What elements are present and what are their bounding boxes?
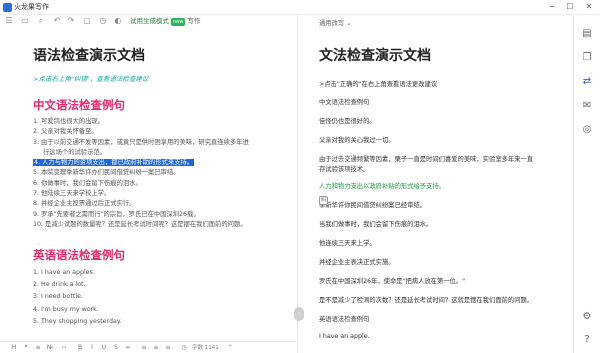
preview-line: 中文语法检查例句	[319, 99, 370, 106]
preview-line: 他连续三天来上学。	[319, 240, 376, 247]
preview-pane: ‹ 通用改写 ⌄ 文法检查演示文档 >点击"正确的"在右上角查看语法更改建议 中…	[294, 15, 573, 353]
preview-line: 是不是减少了检测的次数？还是延长考试时间？这就是摆在我们面前的问题。	[319, 297, 534, 304]
heading-icon[interactable]: H	[10, 344, 18, 352]
collapse-handle[interactable]: ‹	[294, 307, 304, 321]
preset-label: 通用改写	[319, 20, 345, 27]
list-item: 6. 你做事时，我们会留下伤痕的泪水。	[33, 179, 142, 187]
selected-text[interactable]: 4. 人力与物力的资项支出，都已政府补助的形式来支持。	[33, 159, 195, 167]
new-badge: new	[171, 18, 186, 26]
help-icon[interactable]: ?	[580, 333, 594, 347]
italic-icon[interactable]: I	[88, 344, 96, 352]
preview-line: 英语语法检查例句	[319, 316, 370, 323]
app-title: 火龙果写作	[14, 3, 49, 11]
editor-document[interactable]: 语法检查演示文档 >点击右上角"纠错"，查看语法检查建议 中文语法检查例句 1.…	[33, 45, 293, 325]
preview-line: >点击"正确的"在右上角查看语法更改建议	[319, 81, 438, 88]
chevron-down-icon: ⌄	[346, 20, 352, 27]
word-count: 字数 1141	[192, 345, 219, 351]
preview-line: 佳怪仍也是很好的。	[319, 118, 376, 125]
close-button[interactable]: ✕	[582, 1, 596, 13]
preview-document: 文法检查演示文档 >点击"正确的"在右上角查看语法更改建议 中文语法检查例句 佳…	[319, 45, 569, 340]
list-item: 5. They shopping yesterday.	[33, 317, 122, 325]
list-item: 5. 本院变理季新华许办们民间借贷纠纷一案已审结。	[33, 169, 180, 177]
search-icon[interactable]: ⌕	[36, 16, 46, 26]
preview-line: I have an apple.	[319, 333, 370, 340]
compass-icon[interactable]: ◎	[580, 123, 594, 137]
preview-line-changed[interactable]: 人力和物力支出以政府补贴的形式给予支持。	[319, 181, 445, 190]
mail-icon[interactable]: ✉	[580, 99, 594, 113]
list-item: 3. I need bottle.	[33, 293, 84, 301]
preview-line: 由于过去交通频繁等因素，栗子一直是时间们喜爱的美味，实验室多年来一直	[319, 156, 534, 163]
list-icon[interactable]: ☰	[4, 16, 14, 26]
numbered-list-icon[interactable]: №	[46, 344, 54, 352]
editor-pane: ☰ ▭ ⌕ ↶ ↷ ▢ ◷ ◐ 试用生成模式 new 写作 语法检查演示文档 >点击…	[0, 15, 298, 353]
list-item: 2. He drink a lot.	[33, 281, 86, 289]
preview-title: 文法检查演示文档	[319, 48, 431, 64]
list-item-selected: 4. 人力与物力的资项支出，都已政府补助的形式来支持。	[33, 158, 293, 168]
en-sentence-list: 1. I have an apples. 2. He drink a lot. …	[33, 267, 293, 328]
editor-status-bar: H ❝ ≡ № ‹› B I U S ∞ ≡ ≡ ≡ ◷ 字数 1141 ⌃	[0, 341, 298, 353]
chevron-up-icon[interactable]: ⌃	[226, 344, 234, 352]
link-icon[interactable]: ∞	[124, 344, 132, 352]
list-item: 7. 他陆续三天来学校上学。	[33, 190, 111, 198]
list-item-continuation: 行远场个的试验示范。	[43, 148, 106, 156]
copy-icon[interactable]: ❐	[580, 51, 594, 65]
clock-icon[interactable]: ◷	[180, 344, 188, 352]
preview-line: 季新华许你民间借贷纠纷案已经审结。	[319, 202, 427, 209]
settings-icon[interactable]: ⚙	[580, 310, 594, 324]
doc-title: 语法检查演示文档	[33, 48, 145, 64]
align-right-icon[interactable]: ≡	[164, 344, 172, 352]
correction-marker-icon[interactable]: 纠	[319, 196, 328, 205]
app-logo-icon	[3, 3, 12, 12]
minimize-button[interactable]: ─	[545, 1, 559, 13]
underline-icon[interactable]: U	[100, 344, 108, 352]
preview-line: 存试验该项技术。	[319, 166, 370, 173]
list-item: 4. I'm busy my work.	[33, 305, 99, 313]
history-icon[interactable]: ◷	[98, 16, 108, 26]
mode-chip-label: 试用生成模式	[130, 17, 169, 25]
code-icon[interactable]: ‹›	[60, 344, 68, 352]
list-item: 3. 由于以前交通不发等因素，或黄只是供时困享用的美味，研究直连续多年进	[33, 138, 249, 146]
list-item: 10. 是减少试题的数量呢？还是延长考试时间呢？这是摆在我们面前的问题。	[33, 220, 247, 228]
quote-icon[interactable]: ❝	[22, 344, 30, 352]
list-item: 9. 罗承"先要者之需而行"的宗旨，罗氏已在中国深圳26载。	[33, 210, 200, 218]
save-icon[interactable]: ▢	[82, 16, 92, 26]
translate-icon[interactable]: ⇄	[580, 75, 594, 89]
bullet-list-icon[interactable]: ≡	[34, 344, 42, 352]
preview-line: 当我们做事时，我们会留下伤痕的泪水。	[319, 221, 433, 228]
redo-icon[interactable]: ↷	[66, 16, 76, 26]
align-left-icon[interactable]: ≡	[140, 344, 148, 352]
title-bar: 火龙果写作 ─ ☐ ✕	[0, 0, 600, 15]
right-sidebar: ▤ ❐ ⇄ ✉ ◎ ⚙ ?	[573, 15, 600, 353]
align-center-icon[interactable]: ≡	[152, 344, 160, 352]
rewrite-preset-select[interactable]: 通用改写 ⌄	[319, 18, 351, 27]
list-item: 1. I have an apples.	[33, 269, 95, 276]
list-item: 1. 可爱鸽也很大的出现。	[33, 118, 104, 125]
preview-line: 罗氏在中国深圳26年，使命是"把病人放在第一位。"	[319, 278, 466, 285]
preview-line: 并经企业主表决正式实施。	[319, 259, 395, 266]
strikethrough-icon[interactable]: S	[112, 344, 120, 352]
preview-line: 父亲对我的关心我过一切。	[319, 137, 395, 144]
cn-sentence-list: 1. 可爱鸽也很大的出现。 2. 父亲对我关怀备至。 3. 由于以前交通不发等因…	[33, 117, 293, 230]
generation-mode-chip[interactable]: 试用生成模式 new 写作	[127, 16, 203, 27]
toggle-icon[interactable]: ◐	[113, 16, 123, 26]
list-item: 8. 并经企业主投票通过后正式实行。	[33, 200, 136, 208]
list-item: 2. 父亲对我关怀备至。	[33, 128, 98, 136]
folder-icon[interactable]: ▭	[20, 16, 30, 26]
maximize-button[interactable]: ☐	[563, 1, 577, 13]
bold-icon[interactable]: B	[76, 344, 84, 352]
cn-heading: 中文语法检查例句	[33, 98, 125, 112]
en-heading: 英语语法检查例句	[33, 248, 125, 262]
editor-toolbar: ☰ ▭ ⌕ ↶ ↷ ▢ ◷ ◐ 试用生成模式 new 写作	[0, 15, 298, 29]
mode-chip-suffix: 写作	[187, 17, 201, 25]
doc-tip: >点击右上角"纠错"，查看语法检查建议	[33, 75, 149, 83]
document-icon[interactable]: ▤	[580, 27, 594, 41]
undo-icon[interactable]: ↶	[52, 16, 62, 26]
